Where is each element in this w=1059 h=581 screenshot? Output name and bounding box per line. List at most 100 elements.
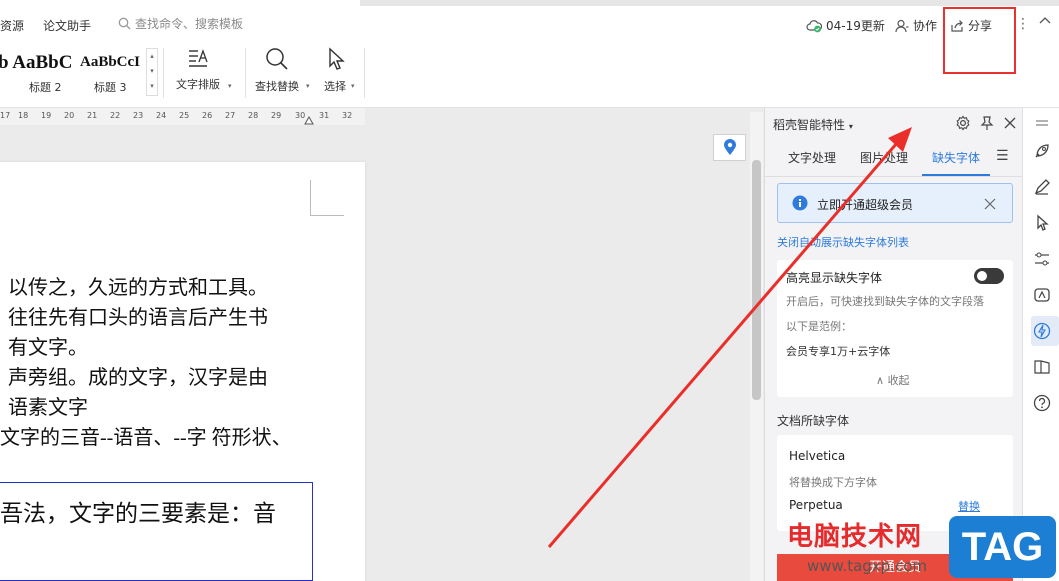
select-label: 选择: [324, 80, 346, 93]
tab-missing-fonts[interactable]: 缺失字体: [932, 149, 980, 166]
search-placeholder: 查找命令、搜索模板: [135, 17, 244, 31]
watermark-url: www.tagxp.com: [807, 557, 927, 575]
pen-icon[interactable]: [1032, 177, 1052, 197]
find-replace-button[interactable]: 查找替换: [255, 46, 299, 94]
ruler-tick: 25: [179, 111, 190, 120]
text-layout-icon: [189, 49, 208, 67]
example-value: 会员专享1万+云字体: [786, 345, 891, 358]
missing-font-name: Helvetica: [789, 449, 846, 463]
ruler-tick: 31: [319, 111, 330, 120]
panel-title[interactable]: 稻壳智能特性 ▾: [773, 116, 853, 133]
watermark: 电脑技术网 www.tagxp.com TAG: [787, 513, 1059, 581]
collapse-ribbon-icon[interactable]: [1038, 14, 1052, 31]
example-label: 以下是范例：: [786, 320, 852, 333]
pin-panel-icon[interactable]: [979, 115, 995, 135]
tabs-menu-icon[interactable]: ☰: [996, 148, 1009, 164]
styles-scroller[interactable]: ▴ ▾ ▾: [146, 48, 158, 96]
tab-image-processing[interactable]: 图片处理: [860, 149, 908, 166]
document-line[interactable]: 有文字。: [8, 331, 88, 360]
ruler-tick: 22: [110, 111, 121, 120]
update-label: 04-19更新: [826, 19, 885, 33]
ribbon-separator: [245, 48, 246, 98]
help-icon[interactable]: [1032, 393, 1052, 413]
style-preview-heading3[interactable]: AaBbCcI: [80, 54, 140, 71]
drag-handle-icon[interactable]: [1032, 113, 1052, 133]
ribbon-separator: [364, 48, 365, 98]
command-search[interactable]: 查找命令、搜索模板: [118, 15, 243, 32]
menu-item-thesis-assistant[interactable]: 论文助手: [43, 17, 91, 34]
missing-font-name: Perpetua: [789, 498, 843, 512]
banner-text: 立即开通超级会员: [817, 198, 914, 212]
close-auto-list-link[interactable]: 关闭自动展示缺失字体列表: [777, 234, 909, 250]
member-banner[interactable]: 立即开通超级会员: [777, 183, 1013, 223]
sliders-icon[interactable]: [1032, 249, 1052, 269]
collaborate-label: 协作: [913, 19, 938, 33]
collapse-button[interactable]: ∧ 收起: [876, 372, 910, 388]
cloud-check-icon: [806, 19, 822, 32]
ruler-tick: 18: [18, 111, 29, 120]
close-panel-icon[interactable]: [1003, 115, 1017, 134]
document-line[interactable]: 声旁组。成的文字，汉字是由: [8, 361, 268, 390]
font-ai-icon[interactable]: [1032, 285, 1052, 305]
highlight-description: 开启后，可快速找到缺失字体的文字段落: [786, 295, 984, 308]
ruler-tick: 24: [156, 111, 167, 120]
more-icon[interactable]: ⋮: [1016, 16, 1030, 32]
ruler-tick: 28: [248, 111, 259, 120]
indent-marker-icon[interactable]: [304, 116, 314, 125]
toggle-knob: [977, 271, 987, 281]
ruler-tick: 27: [225, 111, 236, 120]
watermark-text: 电脑技术网: [787, 522, 923, 552]
book-icon[interactable]: [1032, 357, 1052, 377]
text-layout-button[interactable]: 文字排版: [176, 46, 220, 92]
cursor-icon[interactable]: [1032, 213, 1052, 233]
right-icon-bar: [1022, 108, 1059, 581]
text-layout-dropdown-icon[interactable]: ▾: [228, 82, 232, 90]
ruler-tick: 20: [64, 111, 75, 120]
close-banner-icon[interactable]: [984, 198, 996, 210]
select-button[interactable]: 选择: [323, 46, 347, 94]
menu-bar: 资源 论文助手 查找命令、搜索模板 04-19更新 协作 分享 ⋮: [0, 6, 1059, 44]
document-line[interactable]: 往往先有口头的语言后产生书: [8, 301, 268, 330]
collapse-label: 收起: [887, 374, 910, 387]
document-line[interactable]: 以传之，久远的方式和工具。: [8, 271, 268, 300]
search-icon: [118, 17, 131, 30]
lightning-icon[interactable]: [1032, 321, 1052, 341]
location-pin-icon: [723, 139, 736, 155]
document-line[interactable]: 语素文字: [8, 391, 88, 420]
document-line[interactable]: 文字的三音--语音、--字 符形状、: [0, 421, 292, 450]
info-icon: [792, 195, 808, 211]
ruler-tick: 21: [87, 111, 98, 120]
settings-gear-icon[interactable]: [955, 115, 971, 135]
text-box-line[interactable]: 吾法，文字的三要素是：音: [0, 494, 276, 528]
user-icon: [895, 19, 909, 32]
ruler-tick: 26: [202, 111, 213, 120]
rocket-icon[interactable]: [1032, 141, 1052, 161]
ruler-tick: 17: [0, 111, 11, 120]
select-dropdown-icon[interactable]: ▾: [351, 82, 355, 90]
style-caption-heading2: 标题 2: [29, 81, 62, 94]
missing-fonts-title: 文档所缺字体: [777, 414, 850, 428]
magnifier-icon: [266, 48, 288, 70]
location-pin-button[interactable]: [713, 134, 746, 161]
highlight-toggle[interactable]: [974, 268, 1004, 284]
tabs-divider: [765, 176, 1023, 177]
style-caption-heading3: 标题 3: [94, 81, 127, 94]
panel-title-text: 稻壳智能特性: [773, 118, 846, 132]
find-replace-label: 查找替换: [255, 80, 299, 93]
highlight-box-annotation: [943, 7, 1016, 74]
page-corner-mark: [310, 180, 344, 216]
text-layout-label: 文字排版: [176, 78, 220, 91]
collaborate-button[interactable]: 协作: [895, 17, 937, 34]
update-status[interactable]: 04-19更新: [806, 17, 885, 34]
tab-text-processing[interactable]: 文字处理: [788, 149, 836, 166]
cursor-arrow-icon: [329, 47, 345, 70]
replace-note: 将替换成下方字体: [789, 476, 877, 489]
find-replace-dropdown-icon[interactable]: ▾: [306, 82, 310, 90]
style-preview-heading2[interactable]: b AaBbC: [0, 52, 72, 74]
watermark-logo: TAG: [949, 516, 1056, 578]
ruler-tick: 32: [342, 111, 353, 120]
scrollbar-thumb[interactable]: [752, 160, 761, 400]
horizontal-ruler[interactable]: 17 18 19 20 21 22 23 24 25 26 27 28 29 3…: [0, 108, 365, 125]
replace-link[interactable]: 替换: [958, 498, 980, 514]
menu-item-resource[interactable]: 资源: [0, 17, 24, 34]
